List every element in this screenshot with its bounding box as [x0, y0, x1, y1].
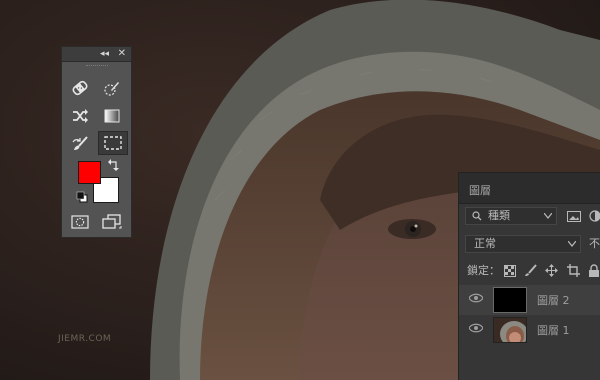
history-brush-tool[interactable]	[68, 133, 92, 155]
layers-panel-title: 圖層	[469, 184, 491, 197]
healing-brush-icon	[72, 80, 88, 96]
layers-panel-header[interactable]: 圖層	[459, 173, 600, 204]
crop-transform-tool[interactable]	[68, 105, 92, 127]
rectangular-marquee-tool[interactable]	[98, 131, 128, 155]
lock-transparent-pixels-icon[interactable]	[504, 265, 516, 277]
lock-image-pixels-icon[interactable]	[524, 264, 537, 277]
healing-brush-tool[interactable]	[68, 77, 92, 99]
quick-selection-tool[interactable]	[100, 77, 124, 99]
layer-filter-label: 種類	[488, 209, 510, 222]
blend-mode-value: 正常	[474, 237, 496, 250]
double-chevron-left-icon[interactable]: ◂◂	[100, 47, 109, 61]
chevron-down-icon	[568, 241, 576, 247]
close-icon[interactable]: ✕	[118, 47, 126, 61]
panel-grip[interactable]	[86, 65, 108, 68]
layer-name: 圖層 1	[537, 324, 570, 337]
tools-panel: ◂◂ ✕	[61, 46, 132, 238]
layers-panel: 圖層 種類 正常 不 鎖定： 圖層 2 圖層 1	[458, 172, 600, 380]
lock-all-icon[interactable]	[589, 264, 599, 277]
adjustment-filter-icon[interactable]	[589, 210, 600, 222]
history-brush-icon	[72, 136, 88, 150]
crop-transform-icon	[73, 109, 88, 123]
layer-thumbnail	[493, 287, 527, 313]
quick-mask-button[interactable]	[68, 211, 92, 233]
layer-row[interactable]: 圖層 1	[459, 315, 600, 345]
gradient-icon	[104, 109, 120, 123]
watermark: JIEMR.COM	[58, 334, 112, 344]
chevron-down-icon	[544, 213, 552, 219]
lock-label: 鎖定：	[467, 264, 500, 277]
eye-icon[interactable]	[469, 293, 483, 303]
foreground-color-swatch[interactable]	[78, 161, 101, 184]
layer-row[interactable]: 圖層 2	[459, 285, 600, 315]
blend-mode-select[interactable]: 正常	[465, 235, 581, 253]
rectangular-marquee-icon	[104, 136, 122, 150]
layer-name: 圖層 2	[537, 294, 570, 307]
layer-thumbnail	[493, 317, 527, 343]
photo-thumbnail-image	[494, 318, 526, 342]
screen-mode-button[interactable]	[100, 211, 124, 233]
tools-panel-titlebar[interactable]: ◂◂ ✕	[62, 47, 131, 62]
search-icon	[472, 211, 482, 221]
lock-position-icon[interactable]	[545, 264, 558, 277]
gradient-tool[interactable]	[100, 105, 124, 127]
quick-selection-icon	[104, 82, 119, 96]
swap-colors-icon[interactable]	[108, 159, 120, 171]
quick-mask-icon	[71, 215, 89, 229]
default-colors-icon[interactable]	[76, 191, 88, 203]
eye-icon[interactable]	[469, 323, 483, 333]
screen-mode-icon	[102, 214, 122, 229]
layer-filter-select[interactable]: 種類	[465, 207, 557, 225]
lock-artboard-icon[interactable]	[567, 264, 580, 277]
opacity-label: 不	[589, 237, 600, 250]
image-filter-icon[interactable]	[567, 211, 581, 222]
